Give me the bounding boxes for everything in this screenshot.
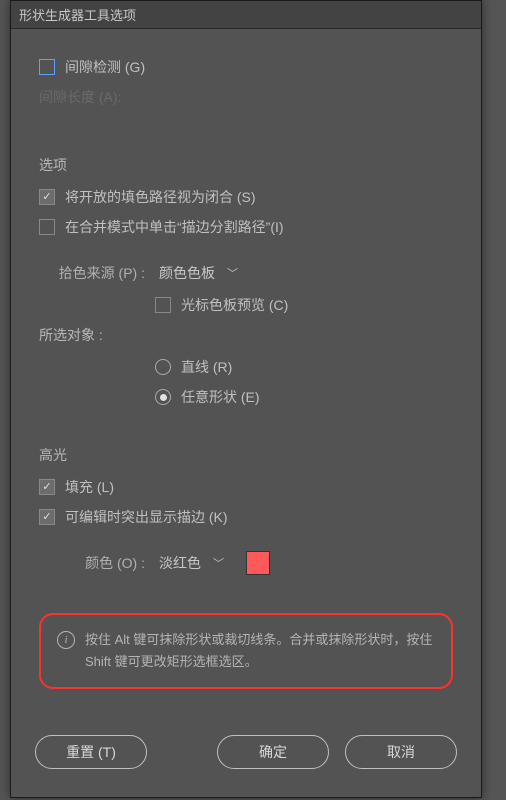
selection-straight-row[interactable]: 直线 (R) [39,357,453,377]
selection-straight-radio[interactable] [155,359,171,375]
click-stroke-split-row[interactable]: 在合并模式中单击“描边分割路径”(I) [39,217,453,237]
click-stroke-split-label: 在合并模式中单击“描边分割路径”(I) [65,217,284,237]
selection-freeform-row[interactable]: 任意形状 (E) [39,387,453,407]
selection-freeform-radio[interactable] [155,389,171,405]
chevron-down-icon: ﹀ [227,265,238,281]
highlight-color-label: 颜色 (O) : [39,553,145,573]
cancel-button[interactable]: 取消 [345,735,457,769]
highlight-editable-stroke-checkbox[interactable] [39,509,55,525]
selection-straight-label: 直线 (R) [181,357,232,377]
pick-color-from-select[interactable]: 颜色色板 ﹀ [155,261,242,285]
info-box: i 按住 Alt 键可抹除形状或裁切线条。合并或抹除形状时，按住 Shift 键… [39,613,453,689]
highlight-editable-stroke-row[interactable]: 可编辑时突出显示描边 (K) [39,507,453,527]
pick-color-from-value: 颜色色板 [159,263,215,283]
gap-detection-row[interactable]: 间隙检测 (G) [39,57,453,77]
highlight-color-row: 颜色 (O) : 淡红色 ﹀ [39,551,453,575]
gap-length-label: 间隙长度 (A): [39,89,121,105]
dialog-content: 间隙检测 (G) 间隙长度 (A): 选项 将开放的填色路径视为闭合 (S) 在… [11,29,481,735]
highlight-section-label: 高光 [39,445,453,465]
gap-detection-checkbox[interactable] [39,59,55,75]
treat-open-as-closed-label: 将开放的填色路径视为闭合 (S) [65,187,256,207]
highlight-fill-label: 填充 (L) [65,477,114,497]
gap-length-disabled-row: 间隙长度 (A): [39,87,453,107]
pick-color-from-label: 拾色来源 (P) : [39,263,145,283]
ok-button-label: 确定 [259,742,287,762]
cursor-swatch-preview-label: 光标色板预览 (C) [181,295,288,315]
gap-detection-label: 间隙检测 (G) [65,57,145,77]
reset-button[interactable]: 重置 (T) [35,735,147,769]
highlight-fill-checkbox[interactable] [39,479,55,495]
options-section-label: 选项 [39,155,453,175]
info-text: 按住 Alt 键可抹除形状或裁切线条。合并或抹除形状时，按住 Shift 键可更… [85,629,435,673]
highlight-color-swatch[interactable] [246,551,270,575]
highlight-color-select[interactable]: 淡红色 ﹀ [155,551,228,575]
treat-open-as-closed-checkbox[interactable] [39,189,55,205]
selection-freeform-label: 任意形状 (E) [181,387,260,407]
treat-open-as-closed-row[interactable]: 将开放的填色路径视为闭合 (S) [39,187,453,207]
highlight-editable-stroke-label: 可编辑时突出显示描边 (K) [65,507,228,527]
selection-label: 所选对象 : [39,325,453,345]
info-icon: i [57,631,75,649]
highlight-fill-row[interactable]: 填充 (L) [39,477,453,497]
ok-button[interactable]: 确定 [217,735,329,769]
shape-builder-options-dialog: 形状生成器工具选项 间隙检测 (G) 间隙长度 (A): 选项 将开放的填色路径… [10,0,482,798]
chevron-down-icon: ﹀ [213,555,224,571]
pick-color-from-row: 拾色来源 (P) : 颜色色板 ﹀ [39,261,453,285]
cancel-button-label: 取消 [387,742,415,762]
dialog-title: 形状生成器工具选项 [11,1,481,29]
click-stroke-split-checkbox[interactable] [39,219,55,235]
cursor-swatch-preview-row[interactable]: 光标色板预览 (C) [39,295,453,315]
cursor-swatch-preview-checkbox[interactable] [155,297,171,313]
highlight-color-value: 淡红色 [159,553,201,573]
button-bar: 重置 (T) 确定 取消 [11,735,481,797]
reset-button-label: 重置 (T) [66,742,116,762]
